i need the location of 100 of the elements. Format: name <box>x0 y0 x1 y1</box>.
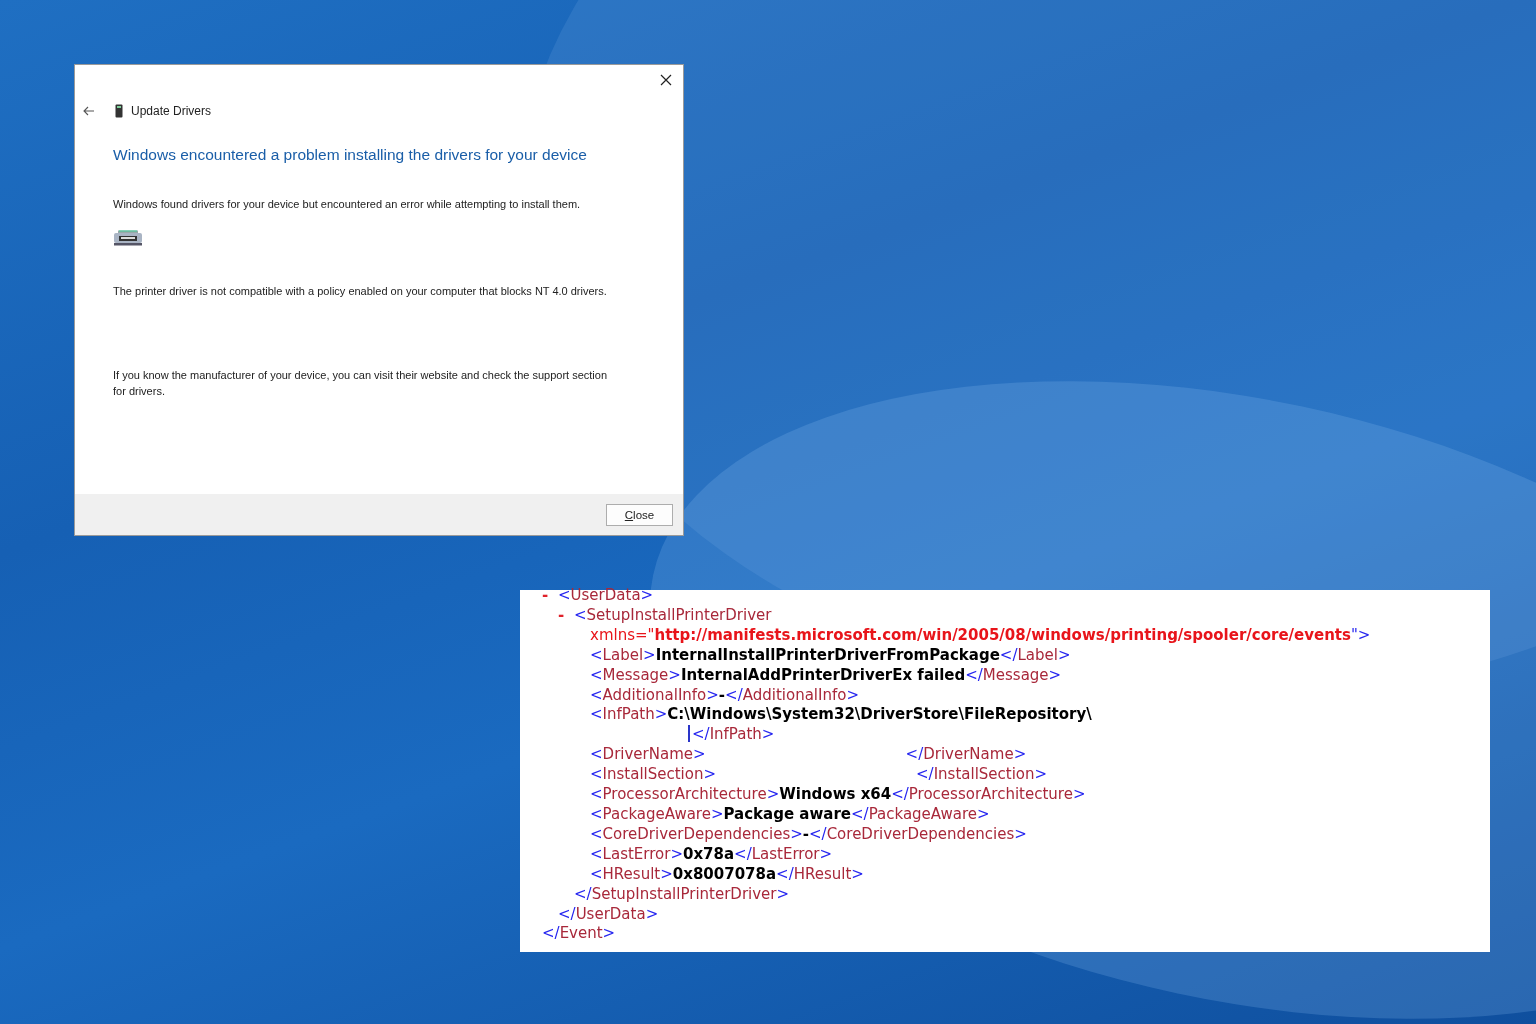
xml-bracket: > <box>761 725 775 744</box>
xml-value: Windows x64 <box>779 785 892 804</box>
xml-bracket: < <box>590 645 603 664</box>
xml-bracket: </ <box>776 864 794 883</box>
text-cursor <box>688 725 690 743</box>
xml-tag-name: InfPath <box>709 725 762 744</box>
xml-bracket: </ <box>905 745 924 764</box>
xml-tag-name: ProcessorArchitecture <box>602 785 767 804</box>
xml-bracket: > <box>1048 665 1062 684</box>
xml-bracket: < <box>590 785 603 804</box>
close-icon[interactable] <box>660 74 672 86</box>
xml-bracket: < <box>590 685 603 704</box>
xml-bracket: > <box>660 864 673 883</box>
xml-bracket: </ <box>725 685 743 704</box>
xml-tag-name: CoreDriverDependencies <box>826 824 1015 843</box>
xml-bracket: > <box>1057 645 1071 664</box>
xml-value: Package aware <box>723 804 852 823</box>
xml-bracket: > <box>670 844 683 863</box>
device-icon <box>115 104 123 118</box>
xml-tag-name: Message <box>982 665 1049 684</box>
xml-tag-name: PackageAware <box>868 804 977 823</box>
xml-value: C:\Windows\System32\DriverStore\FileRepository\ <box>667 705 1092 724</box>
xml-tag-name: LastError <box>751 844 820 863</box>
xml-bracket: > <box>790 824 803 843</box>
xml-tag-name: DriverName <box>602 745 693 764</box>
xml-bracket: </ <box>851 804 869 823</box>
collapse-toggle[interactable]: - <box>542 586 549 604</box>
xml-tag-name: Label <box>602 645 644 664</box>
xml-bracket: < <box>590 844 603 863</box>
xml-bracket: </ <box>999 645 1018 664</box>
xml-bracket: > <box>1034 765 1048 784</box>
xml-value: InternalInstallPrinterDriverFromPackage <box>655 645 1000 664</box>
xml-tag-name: HResult <box>602 864 661 883</box>
xml-bracket: > <box>1072 785 1086 804</box>
xml-bracket: > <box>1013 745 1027 764</box>
xml-bracket: > <box>851 864 864 883</box>
xml-bracket: > <box>706 685 719 704</box>
close-button[interactable]: Close <box>606 504 673 526</box>
xml-bracket: > <box>776 884 790 903</box>
xml-bracket: > <box>640 586 654 604</box>
xml-bracket: </ <box>574 884 592 903</box>
xml-bracket: > <box>602 924 616 943</box>
xml-tag-name: AdditionalInfo <box>602 685 707 704</box>
xml-bracket: </ <box>558 904 576 923</box>
xml-tag-name: Message <box>602 665 669 684</box>
xml-bracket: </ <box>916 765 934 784</box>
xml-tag-name: UserData <box>570 586 641 604</box>
xml-bracket: < <box>590 745 603 764</box>
xml-bracket: > <box>643 645 656 664</box>
xml-bracket: </ <box>542 924 560 943</box>
xml-value: 0x78a <box>682 844 735 863</box>
xml-bracket: > <box>846 685 859 704</box>
collapse-toggle[interactable]: - <box>558 605 565 624</box>
xml-bracket: < <box>558 586 571 604</box>
xml-bracket: </ <box>692 725 710 744</box>
xml-tag-name: PackageAware <box>602 804 711 823</box>
printer-icon <box>113 230 143 246</box>
xml-tag-name: SetupInstallPrinterDriver <box>591 884 777 903</box>
xml-bracket: > <box>645 904 659 923</box>
xml-bracket: < <box>590 765 603 784</box>
xml-bracket: > <box>819 844 833 863</box>
xml-tag-name: InstallSection <box>602 765 704 784</box>
xml-bracket: < <box>590 665 603 684</box>
xml-tag-name: DriverName <box>923 745 1014 764</box>
xml-bracket: </ <box>965 665 983 684</box>
xml-tag-name: InstallSection <box>933 765 1035 784</box>
xml-value: - <box>718 685 726 704</box>
xml-bracket: < <box>590 864 603 883</box>
xml-tag-name: HResult <box>793 864 852 883</box>
xml-bracket: < <box>590 824 603 843</box>
back-arrow-icon[interactable] <box>83 106 95 116</box>
xml-tag-name: ProcessorArchitecture <box>908 785 1073 804</box>
xml-value: 0x8007078a <box>672 864 777 883</box>
xml-bracket: < <box>590 804 603 823</box>
xml-attribute-name: xmlns=" <box>590 625 655 644</box>
xml-bracket: > <box>1014 824 1027 843</box>
xml-bracket: </ <box>891 785 909 804</box>
xml-attribute-value: http://manifests.microsoft.com/win/2005/08/windows/printing/spooler/core/events <box>654 625 1351 644</box>
xml-tag-name: Event <box>559 924 603 943</box>
dialog-title: Update Drivers <box>131 104 212 118</box>
xml-tag-name: CoreDriverDependencies <box>602 824 791 843</box>
xml-bracket: "> <box>1350 625 1371 644</box>
dialog-heading: Windows encountered a problem installing the drivers for your device <box>113 146 588 164</box>
xml-bracket: < <box>574 605 587 624</box>
xml-value: - <box>802 824 809 843</box>
xml-bracket: > <box>766 785 780 804</box>
xml-tag-name: Label <box>1017 645 1058 664</box>
xml-bracket: > <box>668 665 681 684</box>
xml-tag-name: AdditionalInfo <box>742 685 847 704</box>
xml-bracket: > <box>654 705 668 724</box>
xml-bracket: > <box>703 765 717 784</box>
message-text: Windows found drivers for your device but encountered an error while attempting to install them. <box>113 197 582 212</box>
xml-tag-name: UserData <box>575 904 646 923</box>
xml-bracket: < <box>590 705 603 724</box>
xml-bracket: > <box>977 804 990 823</box>
message-text: The printer driver is not compatible with a policy enabled on your computer that blocks NT 4.0 drivers. <box>113 284 608 299</box>
xml-bracket: </ <box>809 824 827 843</box>
xml-bracket: > <box>710 804 724 823</box>
xml-value: InternalAddPrinterDriverEx failed <box>680 665 966 684</box>
xml-tag-name: LastError <box>602 844 671 863</box>
